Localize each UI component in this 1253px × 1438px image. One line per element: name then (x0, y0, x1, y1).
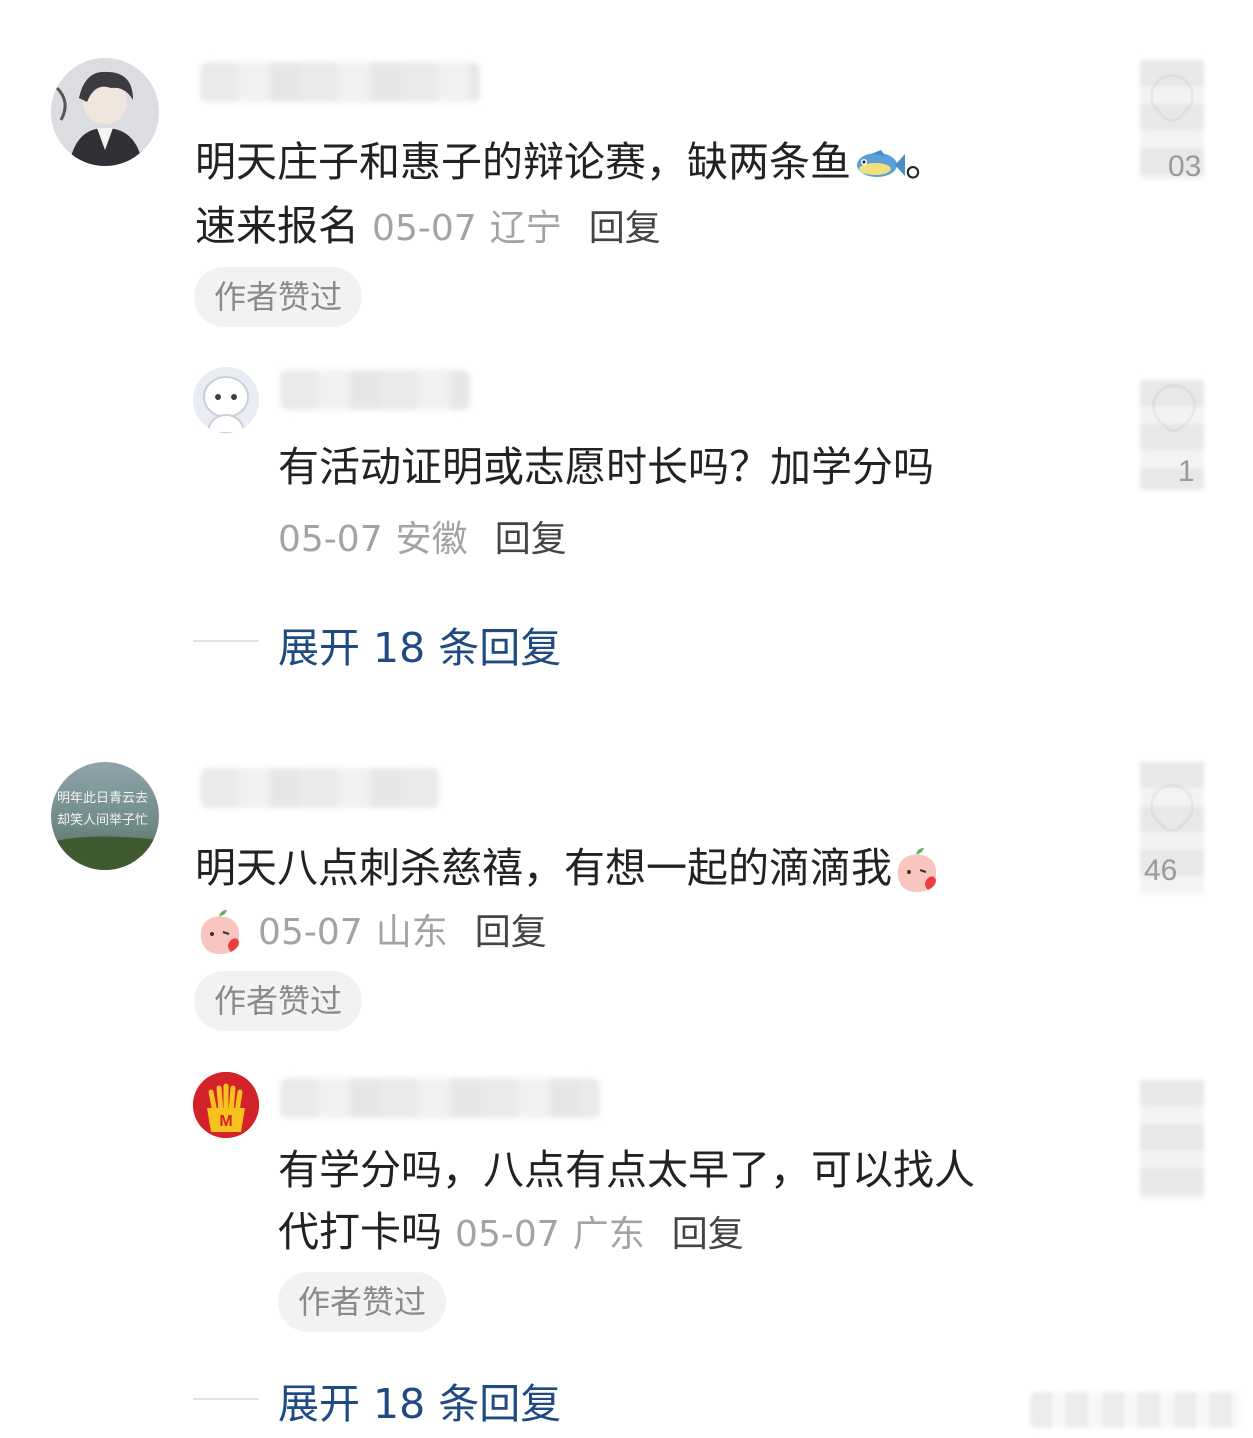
reply-button[interactable]: 回复 (495, 519, 567, 560)
like-count: 03 (1168, 150, 1202, 183)
reply-location: 安徽 (395, 519, 468, 560)
comment-text: 明天八点刺杀慈禧，有想一起的滴滴我 (195, 836, 942, 900)
reply-meta: 05-07 安徽 回复 (278, 505, 567, 572)
like-count: 46 (1144, 854, 1178, 887)
reply-date: 05-07 (278, 519, 383, 560)
peach-kiss-icon (200, 910, 240, 954)
comment-location: 辽宁 (489, 208, 562, 249)
comment-text: 明天庄子和惠子的辩论赛，缺两条鱼 。 (195, 138, 946, 186)
avatar-caption: 明年此日青云去 却笑人间举子忙 (57, 791, 149, 828)
reply-date: 05-07 (455, 1214, 560, 1255)
reply-button[interactable]: 回复 (589, 208, 661, 249)
reply-username-blurred[interactable] (280, 370, 470, 410)
reply-button[interactable]: 回复 (475, 912, 547, 953)
reply-avatar[interactable]: M (193, 1072, 259, 1138)
reply-username-blurred[interactable] (280, 1078, 600, 1118)
reply-text: 有学分吗，八点有点太早了，可以找人 (278, 1146, 975, 1194)
expand-replies-link[interactable]: 展开 18 条回复 (278, 614, 561, 674)
expand-replies-link[interactable]: 展开 18 条回复 (278, 1370, 561, 1430)
like-blur (1140, 1080, 1204, 1200)
peach-kiss-icon (897, 848, 937, 892)
comment-date: 05-07 (372, 208, 477, 249)
reply-button[interactable]: 回复 (672, 1214, 744, 1255)
avatar[interactable] (51, 58, 159, 166)
like-count: 1 (1178, 455, 1195, 488)
reply-avatar[interactable] (193, 367, 259, 433)
author-liked-badge: 作者赞过 (194, 971, 363, 1031)
reply-text-line2: 代打卡吗 05-07 广东 回复 (278, 1208, 744, 1256)
reply-text: 有活动证明或志愿时长吗？加学分吗 (278, 443, 934, 491)
divider (193, 640, 259, 642)
author-liked-badge: 作者赞过 (194, 267, 363, 327)
username-blurred[interactable] (200, 62, 480, 102)
comment-text-line2: 速来报名 05-07 辽宁 回复 (195, 202, 661, 250)
avatar[interactable]: 明年此日青云去 却笑人间举子忙 (51, 762, 159, 870)
reply-location: 广东 (572, 1214, 645, 1255)
comment-date: 05-07 (258, 912, 363, 953)
fish-icon (857, 150, 905, 177)
watermark (1030, 1392, 1240, 1428)
comment-meta: 05-07 山东 回复 (195, 898, 547, 965)
comment-location: 山东 (375, 912, 448, 953)
divider (193, 1398, 259, 1400)
username-blurred[interactable] (200, 768, 440, 808)
svg-text:M: M (219, 1113, 232, 1130)
author-liked-badge: 作者赞过 (278, 1272, 447, 1332)
